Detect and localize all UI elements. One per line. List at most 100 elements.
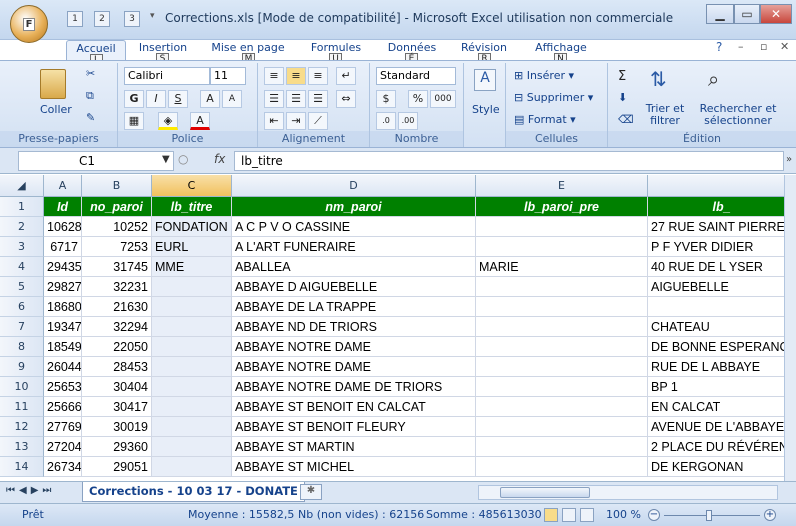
- find-select-label[interactable]: Rechercher et sélectionner: [688, 103, 788, 127]
- paste-icon[interactable]: [40, 69, 66, 99]
- cell-a[interactable]: 25653: [44, 377, 82, 397]
- increase-decimal-icon[interactable]: .0: [376, 112, 396, 130]
- tab-donnees[interactable]: Données É: [380, 40, 444, 66]
- cell-d[interactable]: ABBAYE D AIGUEBELLE: [232, 277, 476, 297]
- page-layout-view-icon[interactable]: [562, 508, 576, 522]
- cell-a[interactable]: 18680: [44, 297, 82, 317]
- cell-b[interactable]: 10252: [82, 217, 152, 237]
- decrease-indent-icon[interactable]: ⇤: [264, 112, 284, 130]
- align-top-icon[interactable]: ≡: [264, 67, 284, 85]
- cell-b[interactable]: 29360: [82, 437, 152, 457]
- cell-e[interactable]: [476, 337, 648, 357]
- align-center-icon[interactable]: ☰: [286, 90, 306, 108]
- style-label[interactable]: Style: [472, 103, 500, 116]
- cell-f[interactable]: [648, 297, 796, 317]
- format-cells-button[interactable]: ▤ Format ▾: [514, 113, 576, 126]
- borders-icon[interactable]: ▦: [124, 112, 144, 130]
- ribbon-close-icon[interactable]: ✕: [780, 40, 789, 53]
- horizontal-scroll-thumb[interactable]: [500, 487, 590, 498]
- row-header[interactable]: 6: [0, 297, 44, 317]
- cell-a[interactable]: 10628: [44, 217, 82, 237]
- delete-cells-button[interactable]: ⊟ Supprimer ▾: [514, 91, 593, 104]
- cell-c[interactable]: [152, 437, 232, 457]
- autosum-button[interactable]: Σ: [618, 69, 626, 84]
- ribbon-restore-icon[interactable]: ▫: [760, 40, 767, 53]
- name-box-dropdown-icon[interactable]: ▼: [162, 154, 170, 165]
- cell-d[interactable]: nm_paroi: [232, 197, 476, 217]
- cell-b[interactable]: 30019: [82, 417, 152, 437]
- sort-filter-icon[interactable]: ⇅: [650, 67, 667, 91]
- cell-a[interactable]: 6717: [44, 237, 82, 257]
- wrap-text-icon[interactable]: ↵: [336, 67, 356, 85]
- cell-a[interactable]: 26044: [44, 357, 82, 377]
- tab-insertion[interactable]: Insertion S: [132, 40, 194, 66]
- insert-sheet-icon[interactable]: ✱: [300, 484, 322, 500]
- orientation-icon[interactable]: ⟋: [308, 112, 328, 130]
- cell-c[interactable]: lb_titre: [152, 197, 232, 217]
- cell-e[interactable]: [476, 297, 648, 317]
- sort-filter-label[interactable]: Trier et filtrer: [644, 103, 686, 127]
- shrink-font-button[interactable]: A: [222, 90, 242, 108]
- align-bottom-icon[interactable]: ≡: [308, 67, 328, 85]
- tab-affichage[interactable]: Affichage N: [528, 40, 594, 66]
- cell-e[interactable]: MARIE: [476, 257, 648, 277]
- cell-d[interactable]: ABBAYE NOTRE DAME: [232, 357, 476, 377]
- cell-f[interactable]: EN CALCAT: [648, 397, 796, 417]
- cell-d[interactable]: ABBAYE NOTRE DAME DE TRIORS: [232, 377, 476, 397]
- row-header[interactable]: 10: [0, 377, 44, 397]
- column-header-e[interactable]: E: [476, 175, 648, 197]
- office-button[interactable]: F: [10, 5, 48, 43]
- cell-b[interactable]: 30417: [82, 397, 152, 417]
- cell-c[interactable]: [152, 297, 232, 317]
- cell-e[interactable]: [476, 397, 648, 417]
- cell-b[interactable]: 29051: [82, 457, 152, 477]
- column-header-a[interactable]: A: [44, 175, 82, 197]
- row-header[interactable]: 3: [0, 237, 44, 257]
- merge-center-icon[interactable]: ⇔: [336, 90, 356, 108]
- row-header[interactable]: 5: [0, 277, 44, 297]
- row-header[interactable]: 7: [0, 317, 44, 337]
- qat-customize-icon[interactable]: ▾: [150, 11, 155, 21]
- cell-f[interactable]: DE KERGONAN: [648, 457, 796, 477]
- column-header-c[interactable]: C: [152, 175, 232, 197]
- cell-c[interactable]: [152, 417, 232, 437]
- cell-d[interactable]: A C P V O CASSINE: [232, 217, 476, 237]
- cell-f[interactable]: 2 PLACE DU RÉVÉREND: [648, 437, 796, 457]
- ribbon-minimize-icon[interactable]: –: [738, 40, 744, 53]
- cell-d[interactable]: ABBAYE DE LA TRAPPE: [232, 297, 476, 317]
- cell-f[interactable]: lb_: [648, 197, 796, 217]
- style-icon[interactable]: A: [474, 69, 496, 91]
- zoom-in-icon[interactable]: +: [764, 509, 776, 521]
- sheet-navigation-icons[interactable]: ⏮◀▶⏭: [6, 485, 55, 496]
- minimize-button[interactable]: ▁: [706, 4, 734, 24]
- formula-input[interactable]: lb_titre: [234, 151, 784, 171]
- zoom-slider[interactable]: [664, 515, 760, 516]
- cell-f[interactable]: P F YVER DIDIER: [648, 237, 796, 257]
- row-header[interactable]: 2: [0, 217, 44, 237]
- column-header-b[interactable]: B: [82, 175, 152, 197]
- format-painter-icon[interactable]: ✎: [86, 111, 95, 124]
- cell-e[interactable]: [476, 357, 648, 377]
- font-size-field[interactable]: 11: [210, 67, 246, 85]
- cell-f[interactable]: CHATEAU: [648, 317, 796, 337]
- cell-e[interactable]: [476, 277, 648, 297]
- cell-f[interactable]: RUE DE L ABBAYE: [648, 357, 796, 377]
- font-color-icon[interactable]: A: [190, 112, 210, 130]
- cell-b[interactable]: no_paroi: [82, 197, 152, 217]
- cell-a[interactable]: 19347: [44, 317, 82, 337]
- row-header[interactable]: 14: [0, 457, 44, 477]
- cell-d[interactable]: A L'ART FUNERAIRE: [232, 237, 476, 257]
- percent-button[interactable]: %: [408, 90, 428, 108]
- cell-c[interactable]: [152, 337, 232, 357]
- cell-f[interactable]: 40 RUE DE L YSER: [648, 257, 796, 277]
- grow-font-button[interactable]: A: [200, 90, 220, 108]
- name-box[interactable]: C1: [18, 151, 174, 171]
- cell-f[interactable]: AIGUEBELLE: [648, 277, 796, 297]
- row-header[interactable]: 11: [0, 397, 44, 417]
- row-header[interactable]: 4: [0, 257, 44, 277]
- copy-icon[interactable]: ⧉: [86, 89, 94, 103]
- cell-c[interactable]: FONDATION: [152, 217, 232, 237]
- currency-icon[interactable]: $: [376, 90, 396, 108]
- cell-e[interactable]: [476, 217, 648, 237]
- page-break-view-icon[interactable]: [580, 508, 594, 522]
